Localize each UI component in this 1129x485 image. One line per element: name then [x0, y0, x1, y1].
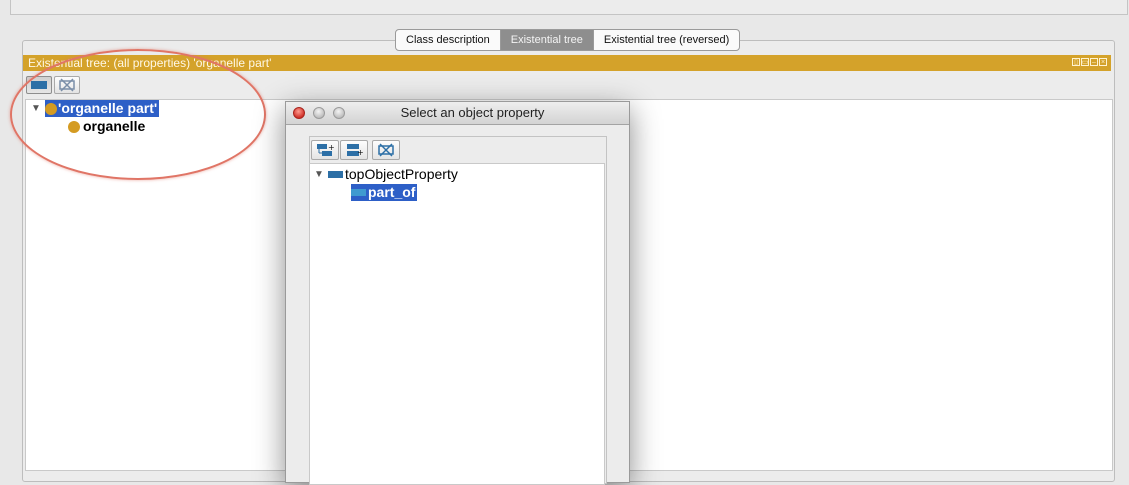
view-header: Existential tree: (all properties) 'orga… [23, 55, 1111, 71]
select-object-property-dialog: Select an object property + + ▼ topObjec… [285, 101, 630, 485]
view-tabs: Class description Existential tree Exist… [395, 29, 741, 51]
view-header-controls: ▯ ▭ – × [1072, 58, 1107, 66]
tab-existential-tree[interactable]: Existential tree [500, 30, 594, 50]
select-property-button[interactable] [26, 76, 52, 94]
expand-arrow-icon[interactable]: ▼ [31, 103, 45, 114]
tree-node-label: organelle [83, 118, 146, 134]
tree-node-selection[interactable]: 'organelle part' [45, 100, 160, 117]
add-sibling-property-button[interactable]: + [340, 140, 368, 160]
object-property-icon [351, 189, 366, 196]
dialog-titlebar[interactable]: Select an object property [286, 102, 629, 125]
clear-property-filter-button[interactable] [54, 76, 80, 94]
object-property-tree: ▼ topObjectProperty part_of [309, 163, 605, 485]
tab-class-description[interactable]: Class description [396, 30, 501, 50]
property-label: part_of [368, 184, 416, 200]
property-selection[interactable]: part_of [351, 184, 418, 201]
class-icon [45, 102, 57, 115]
add-subproperty-button[interactable]: + [311, 140, 339, 160]
object-property-icon [328, 171, 343, 178]
property-label: topObjectProperty [345, 166, 458, 182]
object-property-icon [31, 81, 47, 89]
top-panel-strip [10, 0, 1128, 15]
dialog-title: Select an object property [400, 105, 545, 120]
tab-existential-tree-reversed[interactable]: Existential tree (reversed) [594, 30, 739, 50]
svg-text:+: + [328, 143, 334, 152]
svg-text:+: + [357, 148, 363, 157]
delete-property-button[interactable] [372, 140, 400, 160]
property-node-root[interactable]: ▼ topObjectProperty [314, 166, 458, 183]
tree-node-child[interactable]: organelle [68, 118, 145, 135]
float-view-icon[interactable]: ▯ [1072, 58, 1080, 66]
clear-filter-icon [59, 78, 75, 92]
class-icon [68, 120, 80, 133]
split-view-icon[interactable]: ▭ [1081, 58, 1089, 66]
expand-arrow-icon[interactable]: ▼ [314, 169, 328, 180]
add-sibling-property-icon: + [347, 144, 363, 157]
minimize-view-icon[interactable]: – [1090, 58, 1098, 66]
tree-node-root[interactable]: ▼ 'organelle part' [31, 100, 160, 117]
add-subproperty-icon: + [317, 143, 334, 156]
tree-node-label: 'organelle part' [58, 100, 158, 116]
property-node-child[interactable]: part_of [351, 184, 418, 201]
delete-property-icon [378, 143, 394, 157]
close-view-icon[interactable]: × [1099, 58, 1107, 66]
view-title: Existential tree: (all properties) 'orga… [28, 56, 272, 70]
